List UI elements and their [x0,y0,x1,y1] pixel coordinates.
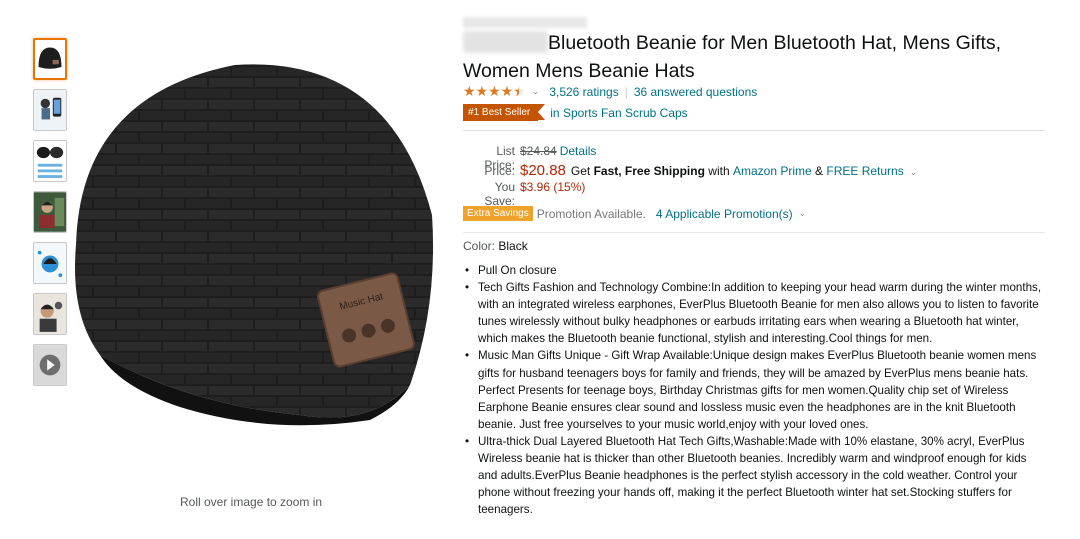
ratings-link[interactable]: 3,526 ratings [549,85,618,99]
thumbnail-beanie[interactable] [33,38,67,80]
color-value: Black [498,239,528,253]
extra-savings-badge: Extra Savings [463,206,533,221]
thumbnail-video[interactable] [33,344,67,386]
promotions-link[interactable]: 4 Applicable Promotion(s) [656,207,793,221]
shipping-text: Fast, Free Shipping [593,164,705,178]
feature-bullets: Pull On closure Tech Gifts Fashion and T… [463,262,1048,518]
best-seller-badge: #1 Best Seller [463,104,546,121]
chevron-down-icon[interactable]: ⌄ [532,86,540,97]
list-item: Ultra-thick Dual Layered Bluetooth Hat T… [463,433,1048,518]
returns-chevron-icon[interactable]: ⌄ [910,167,918,178]
divider [463,130,1045,131]
list-price-value: $24.84 [520,144,557,158]
divider [463,232,1045,233]
thumbnail-beanies-set[interactable] [33,140,67,182]
price-block: List Price: $24.84 Details Price: $20.88… [463,144,927,208]
thumbnail-strip [33,38,69,395]
zoom-hint: Roll over image to zoom in [180,495,323,509]
color-row: Color: Black [463,239,528,253]
promotion-row: Extra Savings Promotion Available. 4 App… [463,206,816,221]
main-product-image[interactable]: Music Hat [70,55,440,435]
shipping-get-text: Get [570,164,591,178]
thumbnail-diagram[interactable] [33,242,67,284]
shipping-with-text: with [708,164,730,178]
price-label: Price: [484,164,515,178]
promotions-chevron-icon[interactable]: ⌄ [799,208,807,219]
list-item: Music Man Gifts Unique - Gift Wrap Avail… [463,347,1048,432]
price-value: $20.88 [520,162,566,179]
ampersand: & [815,164,824,178]
price-row: Price: $20.88 Get Fast, Free Shipping wi… [463,162,927,180]
amazon-prime-link[interactable]: Amazon Prime [733,164,812,178]
savings-value: $3.96 (15%) [520,180,586,194]
thumbnail-lifestyle[interactable] [33,191,67,233]
list-item: Pull On closure [463,262,1048,279]
free-returns-link[interactable]: FREE Returns [826,164,903,178]
separator: | [624,84,628,99]
details-link[interactable]: Details [560,144,597,158]
answered-questions-link[interactable]: 36 answered questions [634,85,757,99]
thumbnail-man-listening[interactable] [33,293,67,335]
thumbnail-person-wearing[interactable] [33,89,67,131]
best-seller-category-link[interactable]: in Sports Fan Scrub Caps [550,106,687,120]
blurred-brand [463,17,587,28]
color-label: Color: [463,239,496,253]
product-title: Bluetooth Beanie for Men Bluetooth Hat, … [463,32,1002,82]
savings-row: You Save: $3.96 (15%) [463,180,927,208]
best-seller-row: #1 Best Seller in Sports Fan Scrub Caps [463,104,688,121]
star-rating-icon[interactable]: ★★★★★★ [463,83,526,100]
rating-row: ★★★★★★ ⌄ 3,526 ratings | 36 answered que… [463,83,757,100]
list-item: Tech Gifts Fashion and Technology Combin… [463,279,1048,347]
promotion-text: Promotion Available. [536,206,646,221]
list-price-row: List Price: $24.84 Details [463,144,927,172]
savings-label: You Save: [484,180,515,208]
